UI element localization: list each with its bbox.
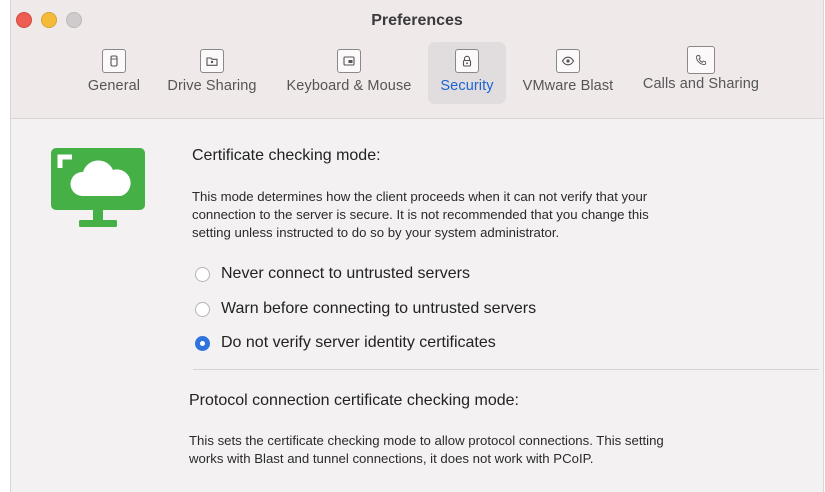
phone-icon — [687, 46, 715, 74]
tab-general[interactable]: General — [79, 42, 149, 104]
tab-label: VMware Blast — [522, 78, 614, 94]
tab-drive-sharing[interactable]: Drive Sharing — [159, 42, 265, 104]
radio-button[interactable] — [195, 266, 210, 282]
tab-calls-sharing[interactable]: Calls and Sharing — [631, 42, 771, 104]
monitor-cloud-icon — [51, 148, 145, 227]
folder-icon — [200, 49, 224, 73]
tab-label: Drive Sharing — [167, 78, 257, 94]
protocol-mode-heading: Protocol connection certificate checking… — [189, 392, 519, 409]
tab-label: General — [87, 78, 141, 94]
cert-mode-description: This mode determines how the client proc… — [192, 189, 649, 240]
cert-mode-heading: Certificate checking mode: — [192, 147, 381, 164]
keyboard-icon — [337, 49, 361, 73]
lock-icon — [455, 49, 479, 73]
tab-label: Calls and Sharing — [642, 76, 760, 92]
preferences-window: Preferences General Drive Sharing Keyboa… — [10, 0, 824, 492]
security-pane: Certificate checking mode: This mode det… — [11, 119, 823, 492]
tab-security[interactable]: Security — [428, 42, 506, 104]
tab-vmware-blast[interactable]: VMware Blast — [516, 42, 620, 104]
tab-keyboard-mouse[interactable]: Keyboard & Mouse — [275, 42, 423, 104]
protocol-mode-description: This sets the certificate checking mode … — [189, 433, 664, 466]
tab-label: Security — [440, 78, 494, 94]
eye-icon — [556, 49, 580, 73]
general-icon — [102, 49, 126, 73]
radio-never-connect[interactable]: Never connect to untrusted servers — [195, 265, 470, 283]
section-divider — [193, 369, 819, 370]
toolbar: Preferences General Drive Sharing Keyboa… — [11, 0, 823, 119]
window-title: Preferences — [371, 12, 463, 29]
radio-button[interactable] — [195, 301, 210, 317]
radio-warn-before-connecting[interactable]: Warn before connecting to untrusted serv… — [195, 300, 536, 318]
radio-button-selected[interactable] — [195, 335, 210, 351]
tab-label: Keyboard & Mouse — [286, 78, 412, 94]
radio-do-not-verify[interactable]: Do not verify server identity certificat… — [195, 334, 496, 352]
